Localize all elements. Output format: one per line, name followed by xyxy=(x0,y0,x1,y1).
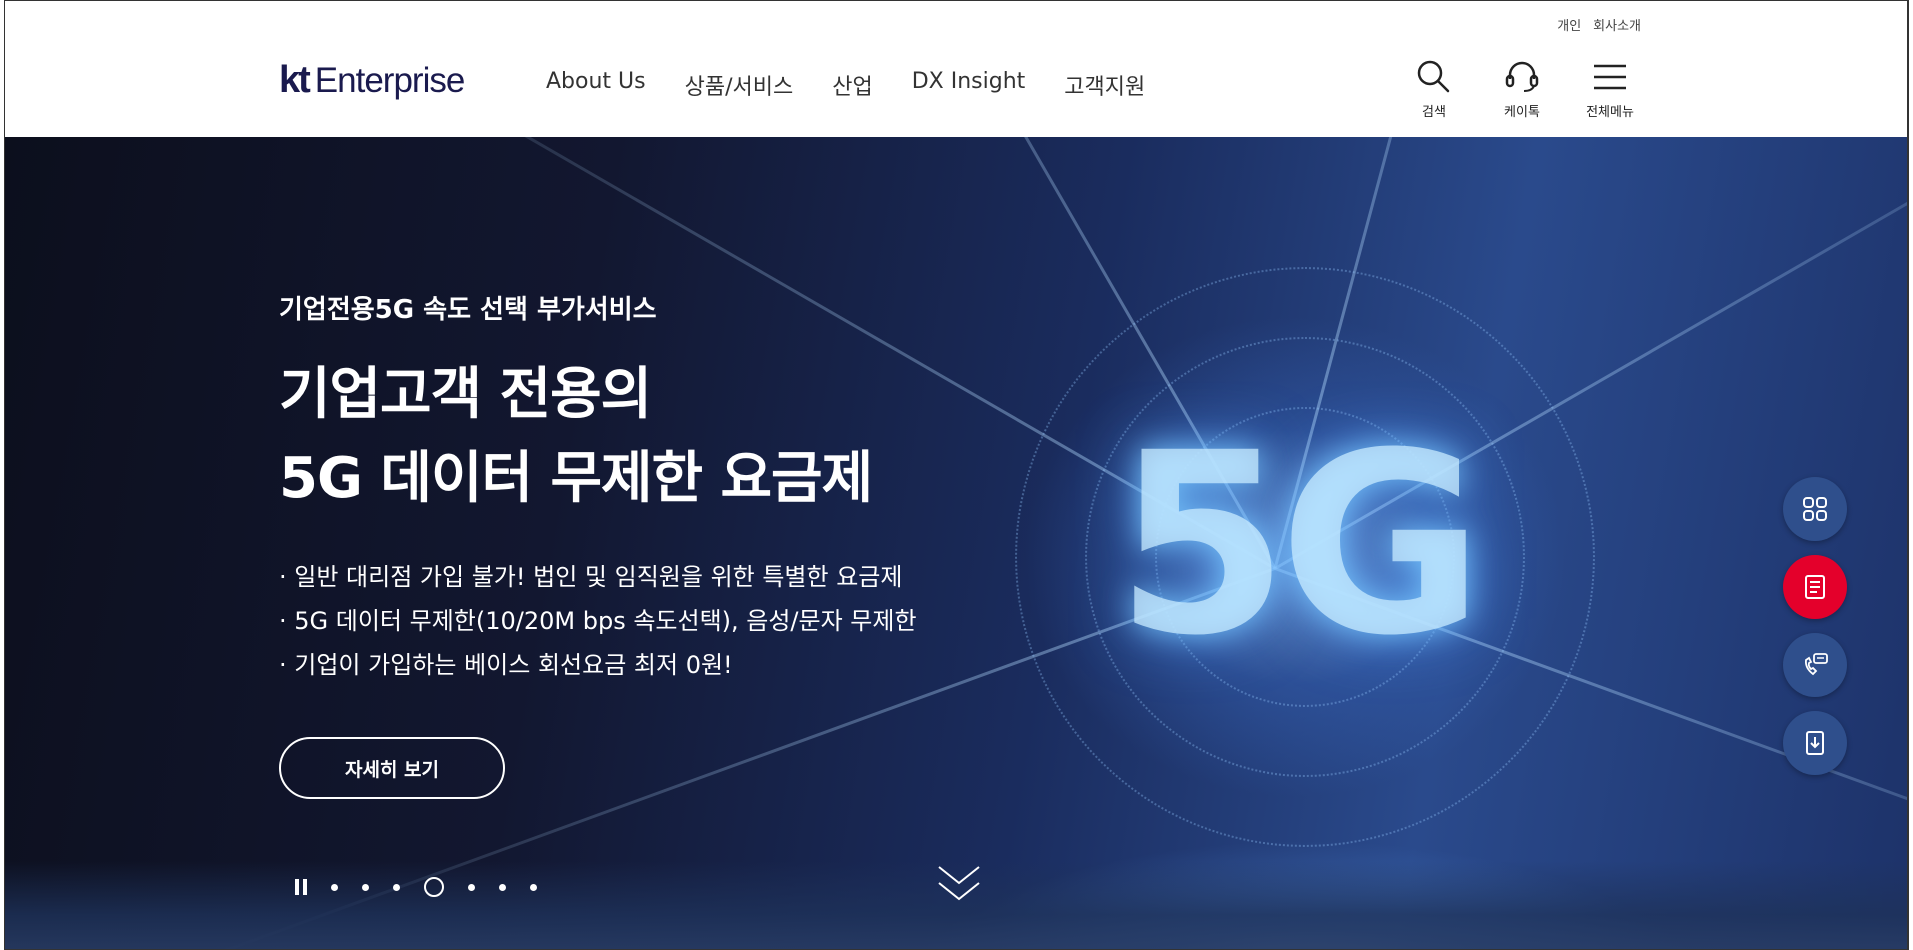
slide-dot-6[interactable] xyxy=(499,883,506,891)
quick-document-button[interactable] xyxy=(1783,555,1847,619)
hero-title-line-2: 5G 데이터 무제한 요금제 xyxy=(279,446,873,511)
ktalk-label: 케이톡 xyxy=(1504,105,1540,120)
nav-item-products[interactable]: 상품/서비스 xyxy=(685,69,794,101)
quick-menu xyxy=(1783,477,1847,775)
view-details-button[interactable]: 자세히 보기 xyxy=(279,737,505,799)
phone-chat-icon xyxy=(1804,653,1828,676)
search-button[interactable]: 검색 xyxy=(1405,57,1463,120)
search-icon xyxy=(1417,60,1450,93)
slide-dot-3[interactable] xyxy=(393,883,400,891)
kt-enterprise-logo[interactable]: kt Enterprise xyxy=(279,59,466,102)
download-icon xyxy=(1806,731,1824,755)
pause-icon[interactable] xyxy=(295,879,307,895)
nav-item-support[interactable]: 고객지원 xyxy=(1064,69,1145,101)
all-menu-button[interactable]: 전체메뉴 xyxy=(1581,57,1639,120)
nav-item-dx-insight[interactable]: DX Insight xyxy=(912,69,1026,101)
nav-item-about-us[interactable]: About Us xyxy=(546,69,646,101)
slide-dot-1[interactable] xyxy=(331,883,338,891)
slide-dot-4-active[interactable] xyxy=(424,877,444,897)
document-icon xyxy=(1805,575,1825,599)
logo-enterprise: Enterprise xyxy=(314,61,466,100)
hero-title-line-1: 기업고객 전용의 xyxy=(279,362,652,427)
ktalk-button[interactable]: 케이톡 xyxy=(1493,57,1551,120)
quick-consult-button[interactable] xyxy=(1783,633,1847,697)
header-tools: 검색 케이톡 전체메뉴 xyxy=(1405,57,1639,120)
site-header: 개인 회사소개 kt Enterprise About Us 상품/서비스 산업… xyxy=(5,1,1907,137)
grid-icon xyxy=(1803,497,1827,521)
hero-subtitle: 기업전용5G 속도 선택 부가서비스 xyxy=(279,295,657,325)
slide-dot-5[interactable] xyxy=(468,883,475,891)
util-link-company[interactable]: 회사소개 xyxy=(1593,15,1641,34)
hero-banner: 5G 기업전용5G 속도 선택 부가서비스 기업고객 전용의 5G 데이터 무제… xyxy=(5,137,1907,949)
logo-kt: kt xyxy=(279,59,311,101)
nav-item-industry[interactable]: 산업 xyxy=(832,69,872,101)
hero-bullet: 5G 데이터 무제한(10/20M bps 속도선택), 음성/문자 무제한 xyxy=(279,599,916,643)
hero-bullet: 기업이 가입하는 베이스 회선요금 최저 0원! xyxy=(279,643,917,687)
5g-graphic-text: 5G xyxy=(1115,399,1484,690)
browser-viewport: 개인 회사소개 kt Enterprise About Us 상품/서비스 산업… xyxy=(4,0,1909,950)
scroll-down-chevron-icon[interactable] xyxy=(935,863,983,907)
main-nav: About Us 상품/서비스 산업 DX Insight 고객지원 xyxy=(546,69,1145,101)
utility-links: 개인 회사소개 xyxy=(1557,15,1641,34)
util-link-personal[interactable]: 개인 xyxy=(1557,15,1581,34)
slide-pagination xyxy=(295,877,537,897)
slide-dot-2[interactable] xyxy=(362,883,369,891)
hamburger-icon xyxy=(1594,64,1626,90)
quick-download-button[interactable] xyxy=(1783,711,1847,775)
hero-title: 기업고객 전용의 5G 데이터 무제한 요금제 xyxy=(279,353,873,521)
headset-icon xyxy=(1505,61,1539,92)
all-menu-label: 전체메뉴 xyxy=(1586,105,1634,120)
hero-bullets: 일반 대리점 가입 불가! 법인 및 임직원을 위한 특별한 요금제 5G 데이… xyxy=(279,555,917,687)
hero-bullet: 일반 대리점 가입 불가! 법인 및 임직원을 위한 특별한 요금제 xyxy=(279,555,917,599)
slide-dot-7[interactable] xyxy=(530,883,537,891)
search-label: 검색 xyxy=(1422,105,1446,120)
quick-grid-button[interactable] xyxy=(1783,477,1847,541)
